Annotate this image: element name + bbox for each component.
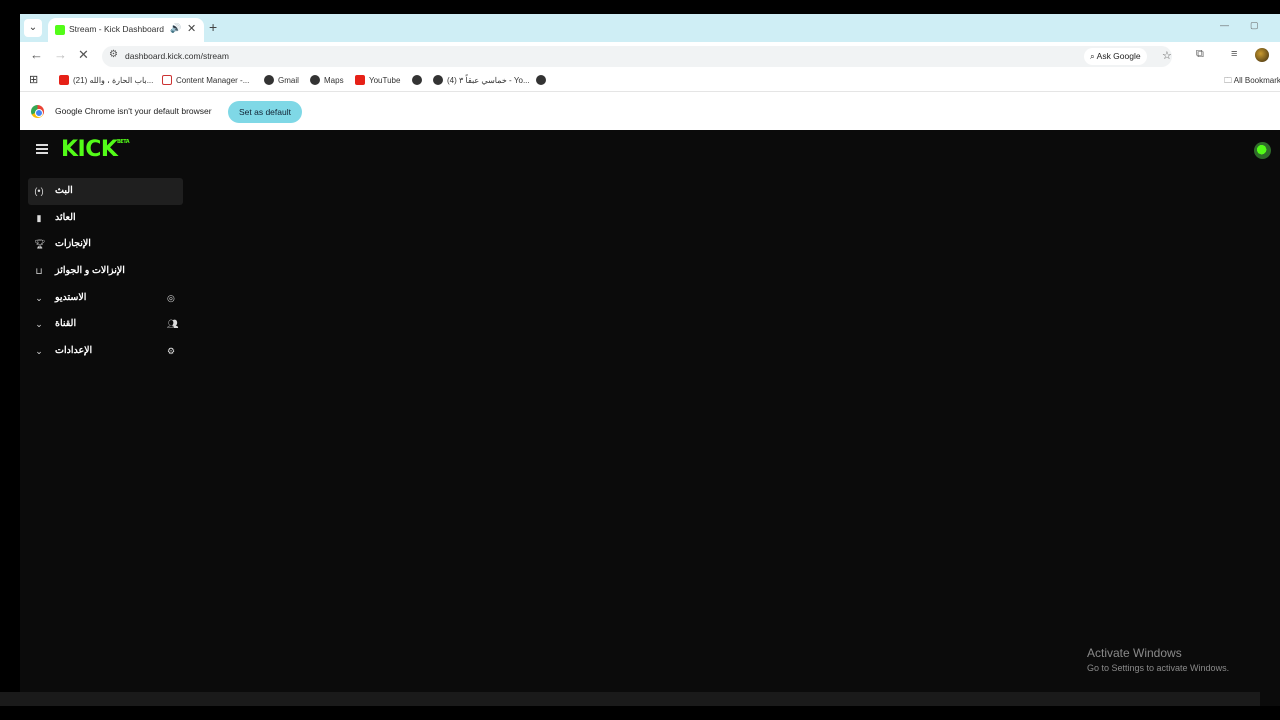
brand-name: KICK <box>61 137 118 162</box>
bookmark-label: Gmail <box>278 76 299 85</box>
tab-stream[interactable]: Stream - Kick Dashboard 🔊 ✕ <box>48 18 204 42</box>
bookmark-item[interactable]: (4) خماسي عبقاً ٣ - Yo... <box>433 75 530 85</box>
sidebar-item-stream[interactable]: (•) البث <box>28 178 183 205</box>
all-bookmarks-label: All Bookmarks <box>1233 76 1280 85</box>
kick-logo[interactable]: KICK BETA <box>61 137 130 162</box>
speaker-icon[interactable]: 🔊 <box>170 23 181 34</box>
bookmark-item[interactable]: Maps <box>310 75 344 85</box>
activate-subtitle: Go to Settings to activate Windows. <box>1087 663 1230 673</box>
minimize-icon[interactable]: — <box>1220 20 1229 30</box>
sidebar-item-revenue[interactable]: ▮ العائد <box>28 205 183 232</box>
globe-icon <box>433 75 443 85</box>
sidebar-item-achievements[interactable]: 🏆︎ الإنجازات <box>28 231 183 258</box>
apps-grid-icon[interactable]: ⊞ <box>29 73 38 86</box>
user-avatar[interactable] <box>1254 142 1271 159</box>
browser-toolbar: ← → ✕ ⚙ dashboard.kick.com/stream ⌕ Ask … <box>20 42 1280 70</box>
bookmark-item[interactable]: Content Manager -... <box>162 75 249 85</box>
tab-search-button[interactable]: ⌄ <box>24 19 42 37</box>
globe-icon <box>412 75 422 85</box>
chevron-down-icon: ⌄ <box>35 292 43 303</box>
tab-title: Stream - Kick Dashboard <box>69 24 164 34</box>
sidebar-item-label: البث <box>55 185 73 196</box>
gear-icon: ⚙ <box>167 346 176 357</box>
kick-dashboard: KICK BETA (•) البث ▮ العائد 🏆︎ الإنجازات … <box>20 130 1280 706</box>
sidebar-item-label: الإنزالات و الجوائز <box>55 265 125 277</box>
profile-avatar[interactable] <box>1255 48 1269 62</box>
sidebar-item-drops[interactable]: ⊔ الإنزالات و الجوائز <box>28 258 183 285</box>
bookmark-label: Content Manager -... <box>176 76 250 85</box>
bookmark-label: (21) باب الحارة ، والله... <box>73 76 154 85</box>
bookmark-item[interactable] <box>412 75 426 85</box>
browser-window: ⌄ Stream - Kick Dashboard 🔊 ✕ + — ▢ ← → … <box>20 14 1280 706</box>
address-bar[interactable]: ⚙ dashboard.kick.com/stream ⌕ Ask Google… <box>102 46 1172 67</box>
all-bookmarks-button[interactable]: 🗀 All Bookmarks <box>1224 75 1280 89</box>
infobar-message: Google Chrome isn't your default browser <box>55 106 212 116</box>
globe-icon <box>310 75 320 85</box>
bookmark-label: (4) خماسي عبقاً ٣ - Yo... <box>447 76 530 85</box>
bookmarks-bar: ⊞ (21) باب الحارة ، والله... Content Man… <box>20 70 1280 92</box>
sidebar-item-label: العائد <box>55 211 76 223</box>
youtube-icon <box>355 75 365 85</box>
trophy-icon: 🏆︎ <box>34 239 46 250</box>
kick-favicon-icon <box>55 25 65 35</box>
sidebar-item-label: الاستديو <box>55 291 87 303</box>
stream-icon: (•) <box>34 186 44 196</box>
sidebar-nav: (•) البث ▮ العائد 🏆︎ الإنجازات ⊔ الإنزال… <box>28 178 183 365</box>
bookmark-label: Maps <box>324 76 344 85</box>
close-icon[interactable]: ✕ <box>187 22 196 35</box>
back-icon[interactable]: ← <box>30 47 43 62</box>
ask-google-label: Ask Google <box>1096 51 1141 61</box>
new-tab-button[interactable]: + <box>209 19 217 35</box>
chevron-down-icon: ⌄ <box>35 346 43 357</box>
bookmark-label: YouTube <box>369 76 401 85</box>
folder-icon: 🗀 <box>1224 76 1234 85</box>
activate-title: Activate Windows <box>1087 646 1182 660</box>
windows-activation-watermark: Activate Windows Go to Settings to activ… <box>1087 646 1229 673</box>
bookmark-item[interactable]: YouTube <box>355 75 400 85</box>
reading-list-icon[interactable]: ≡ <box>1231 48 1237 60</box>
sidebar-item-channel[interactable]: ⌄ القناة 👥︎ <box>28 311 183 338</box>
sidebar-item-label: الإنجازات <box>55 238 91 250</box>
content-manager-icon <box>162 75 172 85</box>
default-browser-infobar: Google Chrome isn't your default browser… <box>20 92 1280 130</box>
bookmark-item[interactable]: Gmail <box>264 75 299 85</box>
set-default-button[interactable]: Set as default <box>228 101 302 123</box>
maximize-icon[interactable]: ▢ <box>1250 20 1259 31</box>
globe-icon <box>536 75 546 85</box>
bottom-overlay-strip <box>0 692 1260 706</box>
google-lens-icon: ⌕ <box>1090 51 1097 61</box>
url-text: dashboard.kick.com/stream <box>125 51 229 61</box>
chrome-logo-icon <box>31 105 44 118</box>
sidebar-item-label: القناة <box>55 318 77 330</box>
forward-icon[interactable]: → <box>54 47 67 62</box>
bookmark-item[interactable] <box>536 75 550 85</box>
studio-icon: ◎ <box>167 292 175 303</box>
site-info-icon[interactable]: ⚙ <box>109 49 118 60</box>
drops-icon: ⊔ <box>35 266 43 277</box>
bookmark-item[interactable]: (21) باب الحارة ، والله... <box>59 75 153 85</box>
sidebar-item-settings[interactable]: ⌄ الإعدادات ⚙ <box>28 338 183 365</box>
globe-icon <box>264 75 274 85</box>
youtube-icon <box>59 75 69 85</box>
revenue-icon: ▮ <box>36 212 42 223</box>
chevron-down-icon: ⌄ <box>35 319 43 330</box>
ask-google-button[interactable]: ⌕ Ask Google <box>1084 48 1147 65</box>
tab-strip: ⌄ Stream - Kick Dashboard 🔊 ✕ + — ▢ <box>20 14 1280 42</box>
sidebar-item-label: الإعدادات <box>55 345 93 357</box>
extensions-icon[interactable]: ⧉ <box>1196 48 1204 61</box>
stop-loading-icon[interactable]: ✕ <box>78 47 89 63</box>
menu-icon[interactable] <box>36 144 48 156</box>
bookmark-star-icon[interactable]: ☆ <box>1162 49 1172 62</box>
channel-icon: 👥︎ <box>167 319 179 330</box>
sidebar-item-studio[interactable]: ⌄ الاستديو ◎ <box>28 285 183 312</box>
beta-badge: BETA <box>117 139 130 145</box>
